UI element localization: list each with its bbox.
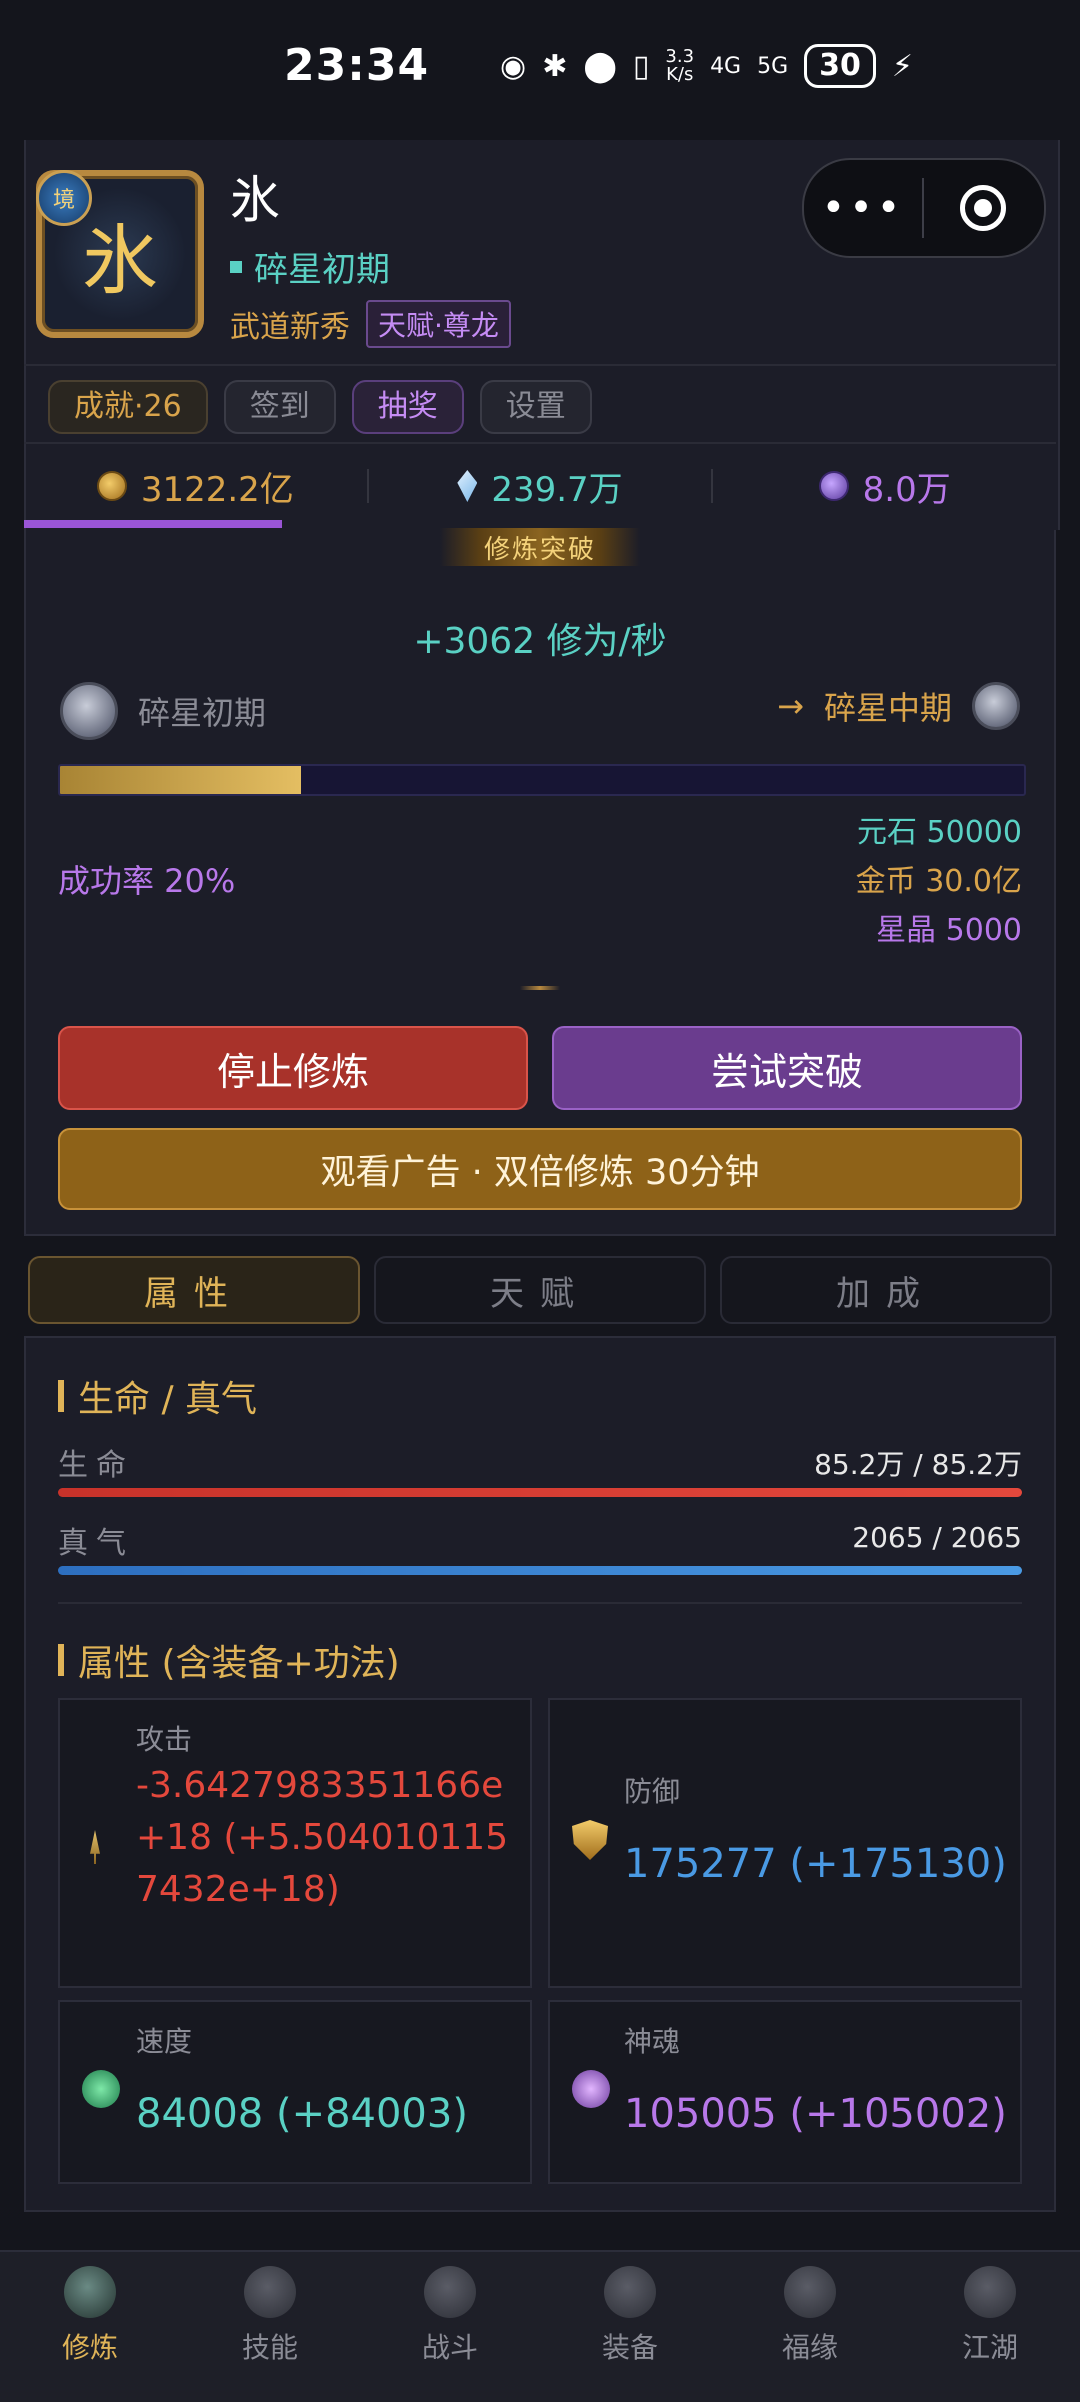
- crystal-icon: [457, 470, 478, 502]
- stat-tabs: 属性 天赋 加成: [28, 1256, 1052, 1324]
- charging-icon: ⚡: [891, 48, 913, 84]
- avatar[interactable]: 氷 境: [36, 170, 204, 338]
- xingjing-resource: 8.0万: [713, 444, 1056, 528]
- more-icon[interactable]: •••: [804, 185, 922, 231]
- speed-card: 速度 84008 (+84003): [58, 2000, 532, 2184]
- battery-icon: 30: [804, 44, 876, 88]
- yuanshi-resource: 239.7万: [369, 444, 712, 528]
- attack-label: 攻击: [136, 1723, 193, 1756]
- tab-attributes[interactable]: 属性: [28, 1256, 360, 1324]
- attack-value: -3.6427983351166e+18 (+5.5040101157432e+…: [136, 1765, 509, 1910]
- eye-icon: ◉: [500, 48, 527, 84]
- watch-ad-button[interactable]: 观看广告 · 双倍修炼 30分钟: [58, 1128, 1022, 1210]
- clock: 23:34: [284, 40, 430, 91]
- ornament-divider: [520, 986, 560, 990]
- skill-icon: [244, 2266, 296, 2318]
- checkin-chip[interactable]: 签到: [223, 380, 336, 434]
- signal-5g-icon: 5G: [757, 53, 789, 79]
- qi-label: 真气: [58, 1526, 134, 1561]
- status-icons: ◉ ✱ ⬤ ▯ 3.3 K/s 4G 5G 30 ⚡: [500, 44, 913, 88]
- next-stage: → 碎星中期: [777, 682, 1020, 730]
- settings-chip[interactable]: 设置: [479, 380, 592, 434]
- breakthrough-button[interactable]: 尝试突破: [552, 1026, 1022, 1110]
- defense-value: 175277 (+175130): [624, 1841, 1007, 1887]
- equip-icon: [604, 2266, 656, 2318]
- cultivation-progress: [58, 764, 1026, 796]
- life-section-title: 生命 / 真气: [58, 1370, 257, 1422]
- cultivation-ribbon: 修炼突破: [440, 528, 640, 566]
- soul-value: 105005 (+105002): [624, 2091, 1007, 2137]
- tab-talent[interactable]: 天赋: [374, 1256, 706, 1324]
- sword-icon: [90, 1830, 100, 1864]
- attr-section-title: 属性 (含装备+功法): [58, 1634, 400, 1686]
- current-stage: 碎星初期: [60, 682, 266, 740]
- talent-tag[interactable]: 天赋·尊龙: [366, 300, 511, 348]
- nav-battle[interactable]: 战斗: [360, 2252, 540, 2402]
- attack-card: 攻击 -3.6427983351166e+18 (+5.504010115743…: [58, 1698, 532, 1988]
- bluetooth-icon: ✱: [542, 48, 568, 84]
- avatar-char: 氷: [82, 216, 158, 305]
- qi-bar: [58, 1566, 1022, 1575]
- bottom-nav: 修炼 技能 战斗 装备 福缘 江湖: [0, 2250, 1080, 2402]
- nav-fortune[interactable]: 福缘: [720, 2252, 900, 2402]
- signal-4g-icon: 4G: [710, 53, 742, 79]
- soul-label: 神魂: [624, 2025, 681, 2058]
- stage-medal-icon: [60, 682, 118, 740]
- realm-label: 碎星初期: [230, 242, 390, 291]
- realm-badge-icon: 境: [36, 170, 92, 226]
- defense-card: 防御 175277 (+175130): [548, 1698, 1022, 1988]
- fortune-icon: [784, 2266, 836, 2318]
- cost-yuanshi: 元石 50000: [857, 815, 1022, 850]
- nav-cultivate[interactable]: 修炼: [0, 2252, 180, 2402]
- miniprogram-capsule: •••: [802, 158, 1046, 258]
- divider: [58, 1602, 1022, 1604]
- hp-bar: [58, 1488, 1022, 1497]
- tab-bonus[interactable]: 加成: [720, 1256, 1052, 1324]
- defense-label: 防御: [624, 1775, 681, 1808]
- draw-chip[interactable]: 抽奖: [351, 380, 464, 434]
- cultivate-icon: [64, 2266, 116, 2318]
- player-name: 氷: [230, 171, 280, 229]
- hp-value: 85.2万 / 85.2万: [814, 1448, 1022, 1481]
- star-crystal-icon: [818, 471, 849, 501]
- realm-dot-icon: [230, 260, 242, 273]
- soul-card: 神魂 105005 (+105002): [548, 2000, 1022, 2184]
- divider: [24, 364, 1056, 366]
- close-miniprogram-button[interactable]: [924, 185, 1042, 231]
- success-rate: 成功率 20%: [58, 862, 236, 900]
- chip-row: 成就·26 签到 抽奖 设置: [48, 380, 592, 434]
- title-row: 武道新秀 天赋·尊龙: [230, 300, 511, 348]
- rank-title: 武道新秀: [230, 310, 350, 345]
- nav-jianghu[interactable]: 江湖: [900, 2252, 1080, 2402]
- location-icon: ⬤: [583, 48, 617, 84]
- jianghu-icon: [964, 2266, 1016, 2318]
- battle-icon: [424, 2266, 476, 2318]
- gold-coin-icon: [96, 471, 127, 501]
- gold-resource: 3122.2亿: [24, 444, 367, 528]
- soul-eye-icon: [572, 2070, 610, 2108]
- nav-skill[interactable]: 技能: [180, 2252, 360, 2402]
- speed-label: 速度: [136, 2025, 193, 2058]
- cultivation-progress-fill: [60, 766, 301, 794]
- hp-label: 生命: [58, 1448, 134, 1483]
- achievement-chip[interactable]: 成就·26: [48, 380, 208, 434]
- resource-bar: 3122.2亿 239.7万 8.0万: [24, 444, 1056, 528]
- stage-medal-icon: [972, 682, 1020, 730]
- shield-icon: [572, 1820, 608, 1860]
- breakthrough-costs: 元石 50000 金币 30.0亿 星晶 5000: [856, 808, 1022, 955]
- net-speed: 3.3 K/s: [665, 46, 695, 85]
- target-icon: [960, 185, 1006, 231]
- header-accent-bar: [24, 520, 282, 528]
- stop-cultivation-button[interactable]: 停止修炼: [58, 1026, 528, 1110]
- qi-value: 2065 / 2065: [852, 1521, 1022, 1554]
- cultivation-rate: +3062 修为/秒: [413, 621, 667, 662]
- vibrate-icon: ▯: [632, 48, 650, 84]
- speed-value: 84008 (+84003): [136, 2091, 468, 2137]
- nav-equip[interactable]: 装备: [540, 2252, 720, 2402]
- wind-icon: [82, 2070, 120, 2108]
- cost-xingjing: 星晶 5000: [876, 913, 1022, 948]
- status-bar: 23:34 ◉ ✱ ⬤ ▯ 3.3 K/s 4G 5G 30 ⚡: [0, 0, 1080, 140]
- cost-gold: 金币 30.0亿: [855, 864, 1022, 899]
